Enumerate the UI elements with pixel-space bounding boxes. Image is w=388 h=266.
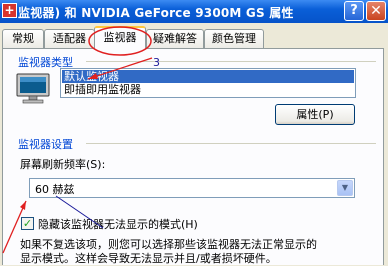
tab-troubleshoot[interactable]: 疑难解答	[146, 29, 204, 48]
title-bar: + 监视器) 和 NVIDIA GeForce 9300M GS 属性 ? ✕	[0, 0, 388, 23]
hide-modes-checkbox[interactable]: ✓	[21, 217, 34, 230]
monitor-list[interactable]: 默认监视器 即插即用监视器	[60, 68, 356, 98]
refresh-rate-select[interactable]: 60 赫兹 ▼	[29, 178, 355, 198]
display-icon: +	[2, 3, 17, 18]
tab-general[interactable]: 常规	[2, 29, 44, 48]
window-title: 监视器) 和 NVIDIA GeForce 9300M GS 属性	[18, 6, 294, 20]
description-text: 显示模式。这样会导致无法显示并且/或者损坏硬件。	[20, 252, 277, 265]
refresh-rate-label: 屏幕刷新频率(S):	[20, 158, 106, 171]
close-button[interactable]: ✕	[366, 1, 386, 21]
tab-monitor[interactable]: 监视器	[94, 26, 146, 49]
list-item[interactable]: 即插即用监视器	[62, 83, 354, 96]
monitor-icon	[16, 73, 50, 104]
group-divider	[86, 61, 376, 62]
tab-color-management[interactable]: 颜色管理	[204, 29, 264, 48]
hide-modes-label[interactable]: 隐藏该监视器无法显示的模式(H)	[38, 216, 198, 232]
chevron-down-icon[interactable]: ▼	[337, 180, 353, 196]
properties-button[interactable]: 属性(P)	[275, 104, 355, 125]
monitor-settings-group-title: 监视器设置	[18, 138, 73, 151]
group-divider	[86, 143, 376, 144]
list-item[interactable]: 默认监视器	[62, 70, 354, 83]
tab-adapter[interactable]: 适配器	[44, 29, 95, 48]
help-button[interactable]: ?	[344, 1, 364, 21]
step-number-label: 3	[153, 56, 160, 69]
refresh-rate-value: 60 赫兹	[35, 183, 75, 196]
